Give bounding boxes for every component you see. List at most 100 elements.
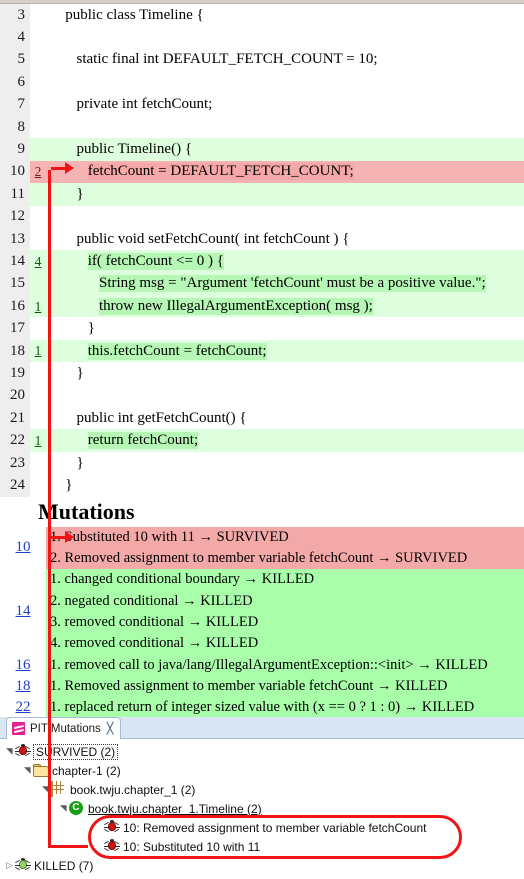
pit-mutations-icon	[12, 722, 25, 735]
mutation-count-badge[interactable]	[30, 183, 46, 206]
tree-item-label: book.twju.chapter_1.Timeline (2)	[88, 801, 262, 816]
java-source-editor[interactable]: 3 public class Timeline {4 5 static final…	[0, 4, 524, 717]
twisty-open-icon[interactable]	[4, 747, 15, 756]
mutation-count-badge[interactable]	[30, 71, 46, 94]
code-line[interactable]: 9 public Timeline() {	[0, 138, 524, 161]
code-line[interactable]: 4	[0, 26, 524, 49]
tree-item[interactable]: SURVIVED (2)	[0, 742, 524, 761]
mutation-count-badge[interactable]: 1	[30, 339, 46, 363]
mutation-block: 10 1. Substituted 10 with 11 → SURVIVED 2.…	[0, 526, 524, 570]
mutation-count-value: 1	[34, 343, 42, 359]
line-number: 13	[0, 227, 30, 251]
line-number: 22	[0, 429, 30, 452]
line-number: 11	[0, 183, 30, 206]
pit-mutations-screen: 3 public class Timeline {4 5 static final…	[0, 0, 524, 879]
pit-mutations-view: PIT Mutations ╳ SURVIVED (2) chapter-1 (2…	[0, 717, 524, 879]
code-text-span: if( fetchCount <= 0 ) {	[87, 252, 224, 270]
code-text-span: fetchCount = DEFAULT_FETCH_COUNT;	[87, 163, 354, 181]
bug-red-icon	[103, 838, 120, 855]
code-line[interactable]: 8	[0, 115, 524, 139]
mutation-line-link[interactable]: 18	[0, 675, 46, 697]
mutation-count-badge[interactable]: 4	[30, 250, 46, 273]
code-line[interactable]: 24 }	[0, 474, 524, 497]
code-line[interactable]: 20	[0, 384, 524, 408]
mutation-tree[interactable]: SURVIVED (2) chapter-1 (2) book.twju.chapt…	[0, 739, 524, 875]
mutation-count-badge[interactable]	[30, 227, 46, 251]
mutation-line-link[interactable]: 16	[0, 654, 46, 676]
tree-item[interactable]: chapter-1 (2)	[0, 761, 524, 780]
code-line[interactable]: 3 public class Timeline {	[0, 4, 524, 27]
tree-item[interactable]: book.twju.chapter_1 (2)	[0, 780, 524, 799]
twisty-open-icon[interactable]	[40, 785, 51, 794]
code-line[interactable]: 13 public void setFetchCount( int fetchC…	[0, 227, 524, 251]
tree-item[interactable]: Cbook.twju.chapter_1.Timeline (2)	[0, 799, 524, 818]
mutation-count-badge[interactable]	[30, 451, 46, 475]
code-line[interactable]: 22 1 return fetchCount;	[0, 429, 524, 452]
mutation-item: 3. removed conditional → KILLED	[50, 613, 259, 630]
code-line[interactable]: 10 2 fetchCount = DEFAULT_FETCH_COUNT;	[0, 160, 524, 184]
line-number: 16	[0, 295, 30, 318]
tree-item-label: 10: Substituted 10 with 11	[123, 839, 261, 854]
mutation-item: 2. Removed assignment to member variable…	[50, 550, 468, 567]
line-number: 8	[0, 115, 30, 139]
mutation-count-badge[interactable]	[30, 384, 46, 408]
mutation-count-badge[interactable]	[30, 115, 46, 139]
code-text: public void setFetchCount( int fetchCoun…	[46, 228, 524, 250]
line-number: 19	[0, 362, 30, 385]
mutation-count-badge[interactable]: 1	[30, 429, 46, 452]
code-line[interactable]: 6	[0, 71, 524, 94]
mutation-count-badge[interactable]	[30, 93, 46, 116]
code-line[interactable]: 11 }	[0, 183, 524, 206]
mutation-line-link[interactable]: 22	[0, 696, 46, 717]
mutation-count-badge[interactable]	[30, 138, 46, 161]
mutation-count-badge[interactable]	[30, 407, 46, 430]
code-text: }	[46, 183, 524, 206]
twisty-closed-icon[interactable]	[4, 860, 15, 871]
code-text: this.fetchCount = fetchCount;	[46, 339, 524, 363]
twisty-open-icon[interactable]	[58, 804, 69, 813]
mutation-count-badge[interactable]: 2	[30, 160, 46, 184]
mutation-line-link[interactable]: 14	[0, 569, 46, 655]
mutation-count-value: 4	[34, 253, 42, 269]
code-line[interactable]: 14 4 if( fetchCount <= 0 ) {	[0, 250, 524, 273]
code-line[interactable]: 15 String msg = "Argument 'fetchCount' m…	[0, 272, 524, 296]
twisty-open-icon[interactable]	[22, 766, 33, 775]
mutation-line-link[interactable]: 10	[0, 526, 46, 570]
code-line[interactable]: 12	[0, 205, 524, 228]
line-number: 15	[0, 272, 30, 296]
mutation-item-list: 1. Removed assignment to member variable…	[46, 675, 524, 697]
mutation-count-badge[interactable]: 1	[30, 295, 46, 318]
tree-item[interactable]: 10: Removed assignment to member variabl…	[0, 818, 524, 837]
line-number: 9	[0, 138, 30, 161]
mutation-count-badge[interactable]	[30, 26, 46, 49]
code-line[interactable]: 19 }	[0, 362, 524, 385]
code-line[interactable]: 17 }	[0, 317, 524, 340]
close-icon[interactable]: ╳	[107, 722, 114, 735]
mutation-count-badge[interactable]	[30, 4, 46, 27]
bug-green-icon	[14, 857, 31, 874]
tab-pit-mutations[interactable]: PIT Mutations ╳	[6, 717, 122, 739]
mutation-count-badge[interactable]	[30, 317, 46, 340]
mutation-block: 16 1. removed call to java/lang/IllegalAr…	[0, 654, 524, 676]
code-line[interactable]: 7 private int fetchCount;	[0, 93, 524, 116]
mutation-count-badge[interactable]	[30, 362, 46, 385]
tree-item[interactable]: KILLED (7)	[0, 856, 524, 875]
mutation-count-badge[interactable]	[30, 474, 46, 497]
line-number: 10	[0, 160, 30, 184]
code-line[interactable]: 21 public int getFetchCount() {	[0, 407, 524, 430]
mutation-count-badge[interactable]	[30, 272, 46, 296]
tree-item[interactable]: 10: Substituted 10 with 11	[0, 837, 524, 856]
mutation-count-badge[interactable]	[30, 205, 46, 228]
code-line[interactable]: 23 }	[0, 451, 524, 475]
line-number: 21	[0, 407, 30, 430]
code-line[interactable]: 16 1 throw new IllegalArgumentException( …	[0, 295, 524, 318]
code-line[interactable]: 18 1 this.fetchCount = fetchCount;	[0, 339, 524, 363]
mutation-item: 2. negated conditional → KILLED	[50, 592, 253, 609]
mutations-report-list: 10 1. Substituted 10 with 11 → SURVIVED 2.…	[0, 526, 524, 717]
mutation-count-badge[interactable]	[30, 48, 46, 72]
mutations-heading-row: Mutations	[0, 496, 524, 527]
mutation-count-value: 2	[34, 164, 42, 180]
code-line[interactable]: 5 static final int DEFAULT_FETCH_COUNT =…	[0, 48, 524, 72]
